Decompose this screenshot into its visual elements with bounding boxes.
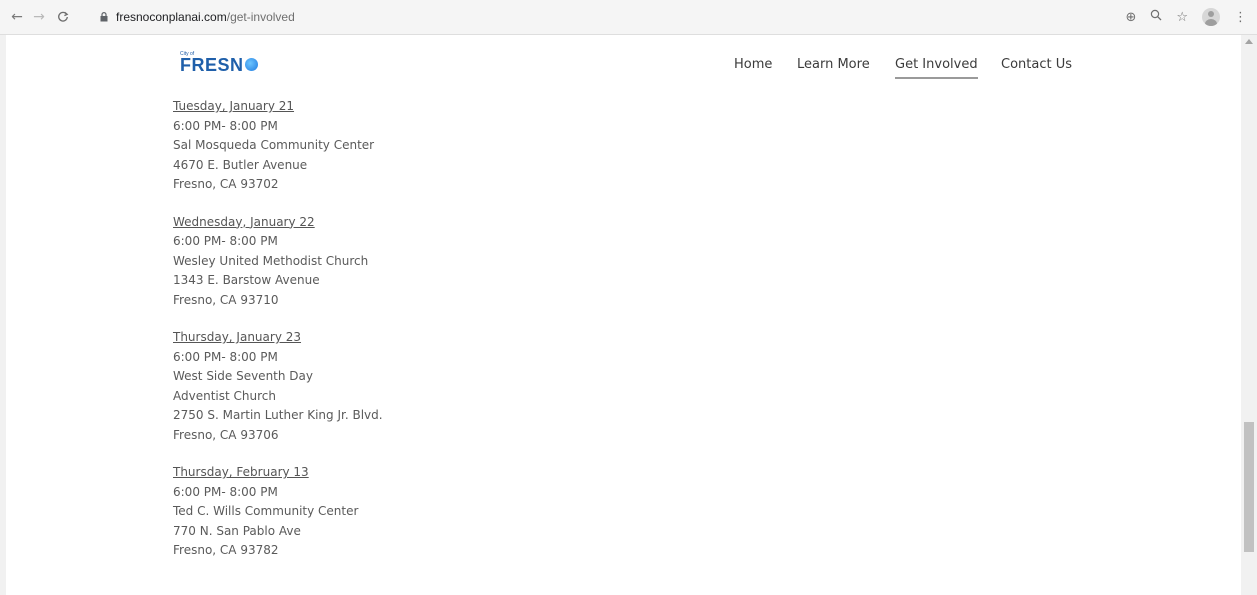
- menu-dots-icon[interactable]: ⋮: [1234, 10, 1247, 25]
- event-city: Fresno, CA 93710: [173, 292, 279, 307]
- event-venue-cont: Adventist Church: [173, 388, 276, 403]
- event-venue: Wesley United Methodist Church: [173, 253, 369, 268]
- event-item: Tuesday, January 21 6:00 PM- 8:00 PM Sal…: [173, 97, 573, 195]
- event-date-link[interactable]: Wednesday, January 22: [173, 213, 573, 233]
- forward-arrow-icon[interactable]: →: [28, 6, 50, 28]
- url-host: fresnoconplanai.com: [116, 10, 227, 24]
- event-item: Thursday, February 13 6:00 PM- 8:00 PM T…: [173, 463, 573, 561]
- city-of-fresno-logo[interactable]: City of FRESN: [180, 51, 260, 76]
- event-address: 1343 E. Barstow Avenue: [173, 273, 320, 287]
- event-time: 6:00 PM- 8:00 PM: [173, 118, 278, 133]
- bookmark-star-icon[interactable]: ☆: [1176, 10, 1188, 25]
- reload-icon[interactable]: [52, 6, 74, 28]
- nav-home[interactable]: Home: [734, 57, 772, 79]
- event-item: Thursday, January 23 6:00 PM- 8:00 PM We…: [173, 328, 573, 445]
- vertical-scrollbar[interactable]: [1241, 35, 1257, 595]
- url-path: /get-involved: [226, 10, 295, 24]
- zoom-icon[interactable]: [1150, 9, 1162, 25]
- profile-avatar-icon[interactable]: [1202, 8, 1220, 26]
- event-item: Wednesday, January 22 6:00 PM- 8:00 PM W…: [173, 213, 573, 311]
- page-left-edge: [0, 35, 6, 595]
- scroll-up-arrow-icon[interactable]: [1245, 39, 1253, 44]
- event-time: 6:00 PM- 8:00 PM: [173, 234, 278, 248]
- logo-o-mark-icon: [245, 58, 258, 71]
- event-list: Tuesday, January 21 6:00 PM- 8:00 PM Sal…: [173, 97, 573, 579]
- event-date-link[interactable]: Thursday, January 23: [173, 328, 573, 348]
- address-bar[interactable]: fresnoconplanai.com/get-involved: [98, 7, 295, 27]
- event-time: 6:00 PM- 8:00 PM: [173, 349, 278, 364]
- event-date-link[interactable]: Tuesday, January 21: [173, 97, 573, 117]
- back-arrow-icon[interactable]: ←: [6, 6, 28, 28]
- event-venue: Sal Mosqueda Community Center: [173, 138, 375, 152]
- event-address: 2750 S. Martin Luther King Jr. Blvd.: [173, 408, 383, 422]
- event-address: 770 N. San Pablo Ave: [173, 523, 301, 538]
- nav-get-involved[interactable]: Get Involved: [895, 57, 978, 79]
- site-header: City of FRESN Home Learn More Get Involv…: [0, 35, 1240, 95]
- nav-contact-us[interactable]: Contact Us: [1001, 57, 1072, 79]
- nav-learn-more[interactable]: Learn More: [797, 57, 870, 79]
- event-venue: Ted C. Wills Community Center: [173, 504, 359, 518]
- logo-text: FRESN: [180, 55, 244, 75]
- event-address: 4670 E. Butler Avenue: [173, 157, 308, 172]
- event-venue: West Side Seventh Day: [173, 369, 313, 383]
- event-city: Fresno, CA 93702: [173, 177, 279, 191]
- event-time: 6:00 PM- 8:00 PM: [173, 484, 278, 499]
- scroll-thumb[interactable]: [1244, 422, 1254, 552]
- browser-toolbar: ← → fresnoconplanai.com/get-involved ⊕ ☆…: [0, 0, 1257, 35]
- lock-icon: [98, 7, 110, 27]
- event-date-link[interactable]: Thursday, February 13: [173, 463, 573, 483]
- event-city: Fresno, CA 93706: [173, 427, 279, 442]
- event-city: Fresno, CA 93782: [173, 543, 279, 557]
- add-circle-icon[interactable]: ⊕: [1125, 10, 1136, 25]
